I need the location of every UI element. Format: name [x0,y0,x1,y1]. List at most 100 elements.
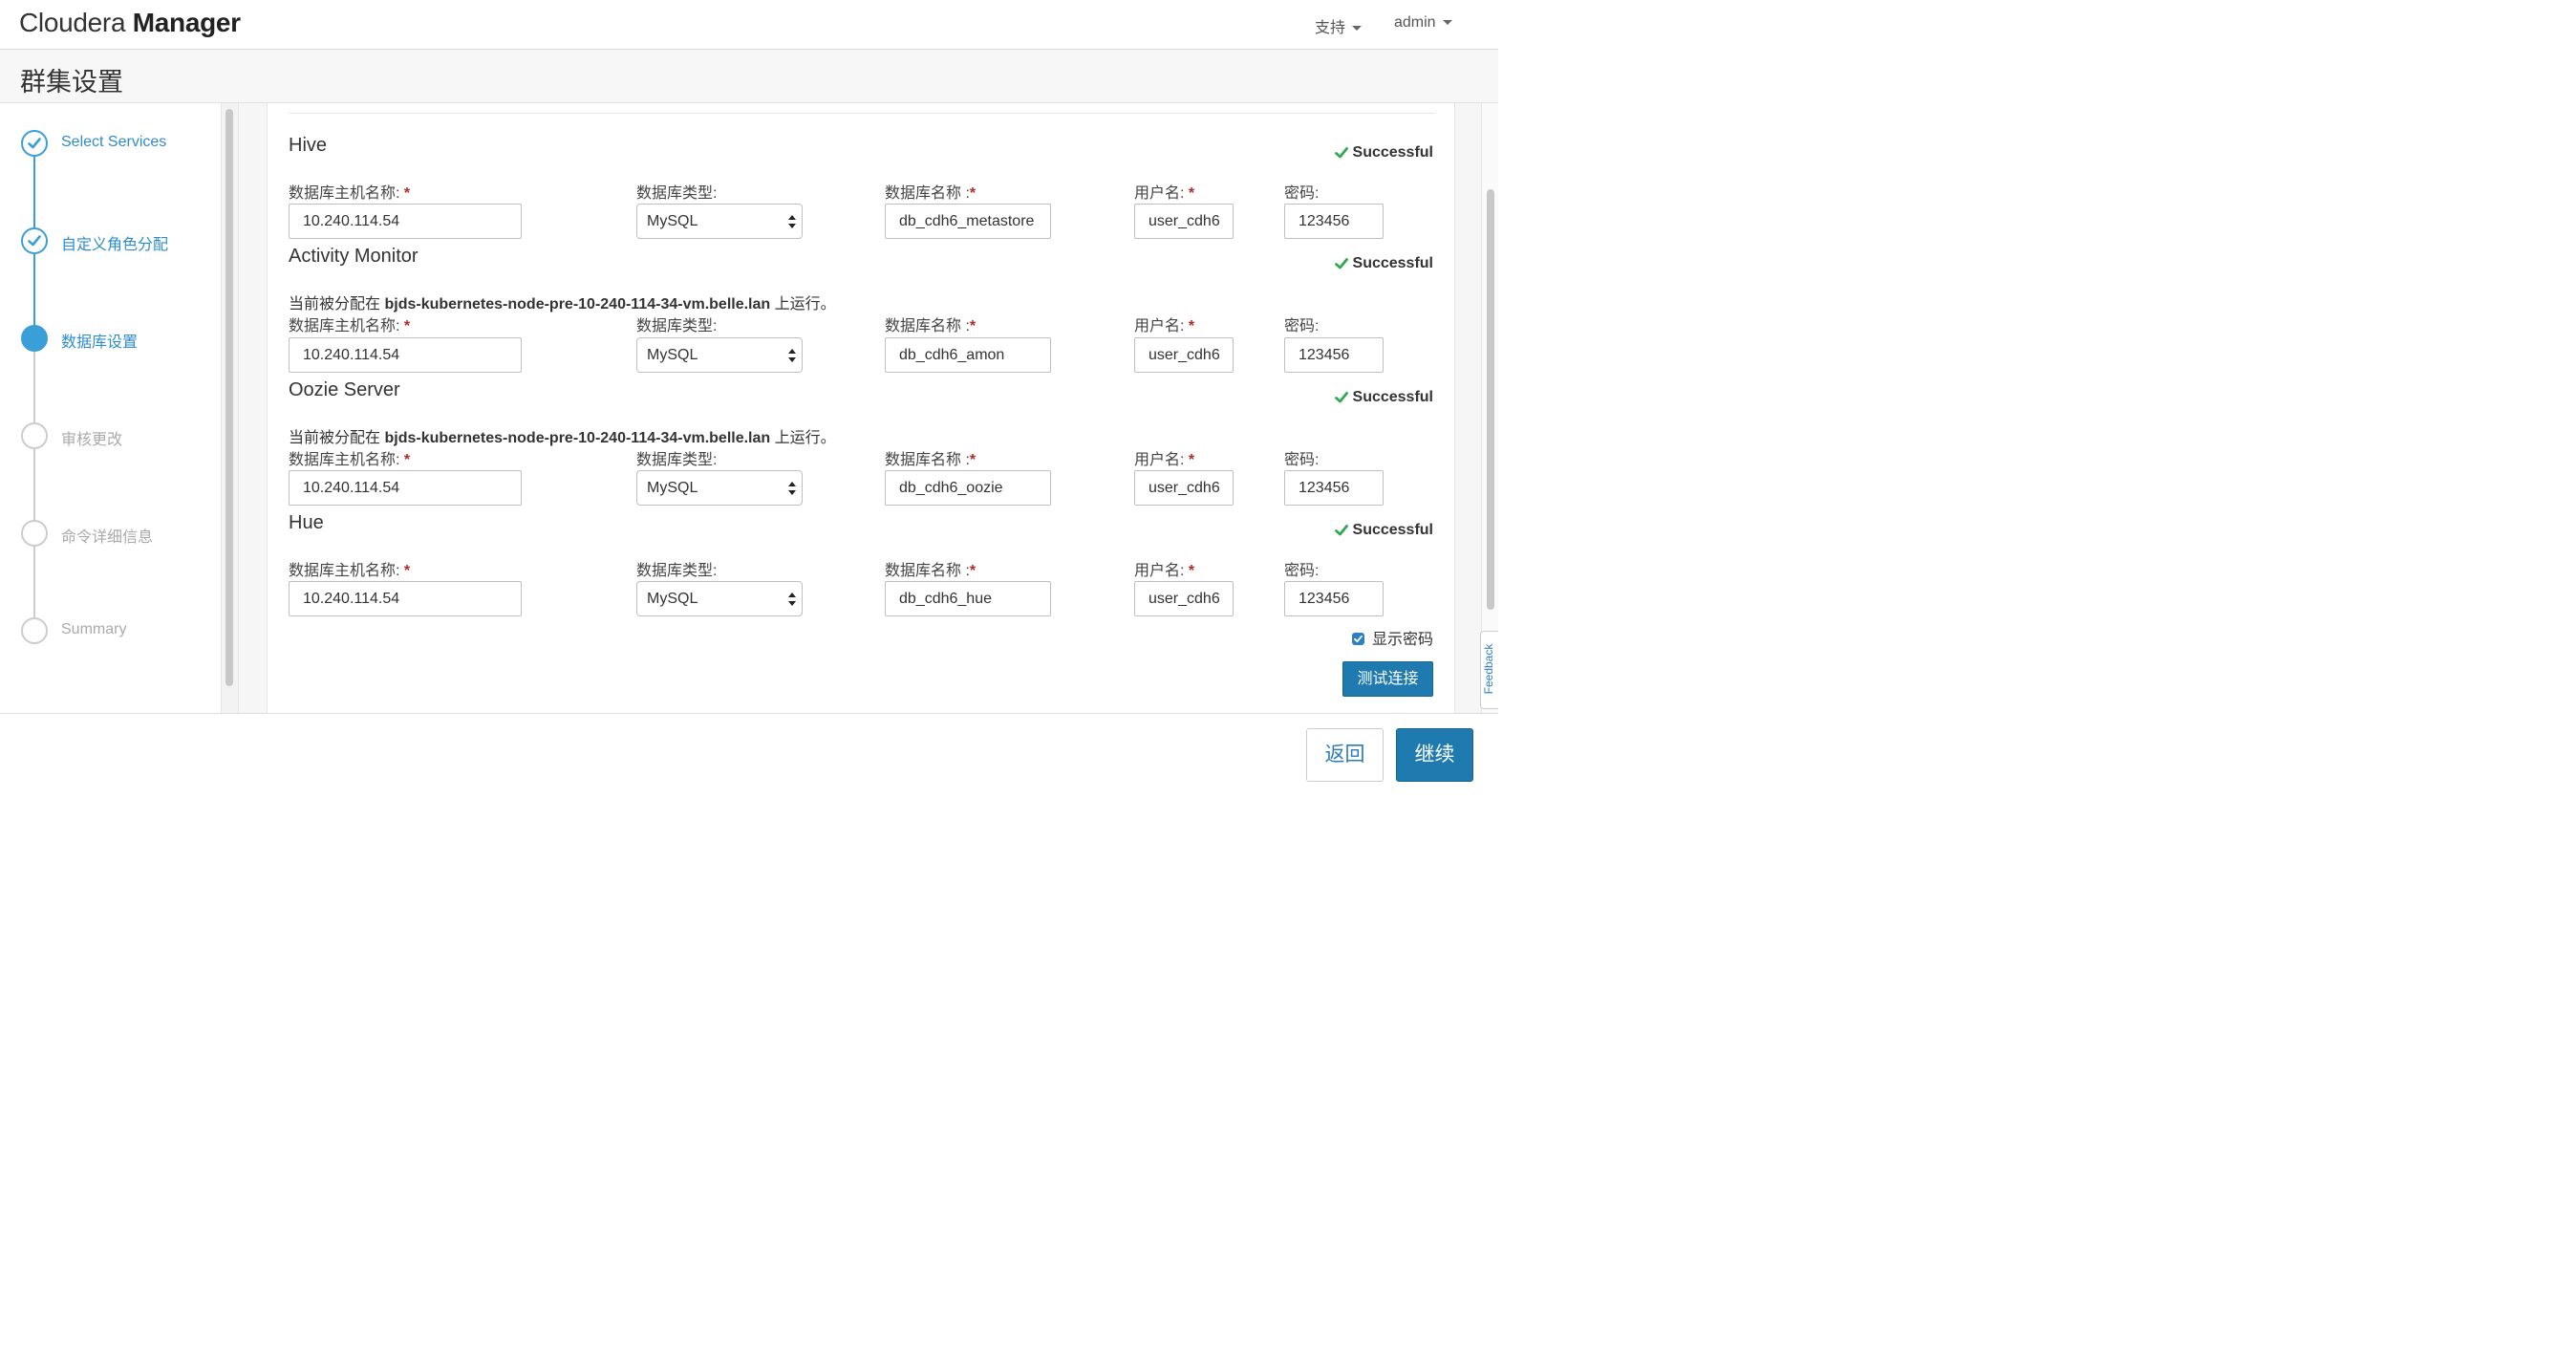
required-mark: * [1188,452,1195,468]
amon-username-input[interactable]: user_cdh6 [1134,337,1234,373]
required-mark: * [1188,185,1195,202]
amon-db-type-select[interactable]: MySQL [636,337,803,373]
select-arrows-icon [788,593,796,606]
status-text: Successful [1352,255,1433,271]
status-success: Successful [1334,389,1433,406]
select-value: MySQL [647,480,698,496]
scrollbar-thumb[interactable] [225,109,233,686]
label-text: 数据库类型: [636,185,718,202]
label-text: 数据库类型: [636,318,718,334]
oozie-db-type-select[interactable]: MySQL [636,470,803,506]
amon-db-name-input[interactable]: db_cdh6_amon [885,337,1051,373]
support-menu[interactable]: 支持 [1315,14,1363,37]
check-circle-icon [21,130,48,157]
required-mark: * [403,318,411,334]
status-text: Successful [1352,144,1433,161]
hue-db-type-select[interactable]: MySQL [636,581,803,616]
select-arrows-icon [788,482,796,495]
field-label-db-type: 数据库类型: [636,180,717,203]
brand-logo[interactable]: Cloudera Manager [19,8,241,38]
field-label-db-name: 数据库名称 :* [885,180,976,203]
hive-username-input[interactable]: user_cdh6 [1134,204,1234,239]
field-label-db-type: 数据库类型: [636,446,717,469]
support-menu-label: 支持 [1315,20,1346,36]
wizard-steps: Select Services 自定义角色分配 数据库设置 审核更改 命令详细信… [0,103,222,713]
oozie-host-input[interactable]: 10.240.114.54 [289,470,522,506]
sidebar-scrollbar[interactable] [222,103,239,713]
service-title-hue: Hue [289,512,324,533]
step-label: 自定义角色分配 [61,237,169,253]
hive-host-input[interactable]: 10.240.114.54 [289,204,522,239]
continue-button[interactable]: 继续 [1396,728,1473,782]
required-mark: * [1188,563,1195,579]
pending-step-circle-icon [21,422,48,449]
active-step-dot-icon [21,325,48,352]
hue-db-name-input[interactable]: db_cdh6_hue [885,581,1051,616]
label-text: 数据库类型: [636,563,718,579]
field-label-username: 用户名: * [1134,557,1194,580]
required-mark: * [969,452,977,468]
select-value: MySQL [647,213,698,229]
note-suffix: 上运行。 [774,296,836,313]
label-text: 数据库主机名称: [289,185,400,202]
hue-host-input[interactable]: 10.240.114.54 [289,581,522,616]
show-password-toggle[interactable]: 显示密码 [1351,626,1433,649]
required-mark: * [969,185,977,202]
hive-db-name-input[interactable]: db_cdh6_metastore [885,204,1051,239]
assigned-host: bjds-kubernetes-node-pre-10-240-114-34-v… [384,430,771,446]
main-scrollbar[interactable] [1481,103,1498,713]
database-setup-card: Hive Successful 数据库主机名称: * 数据库类型: 数据库名称 … [267,103,1455,713]
field-label-host: 数据库主机名称: * [289,446,410,469]
required-mark: * [969,318,977,334]
amon-password-input[interactable]: 123456 [1284,337,1384,373]
note-prefix: 当前被分配在 [289,430,381,446]
field-label-password: 密码: [1284,557,1319,580]
assigned-host-note: 当前被分配在 bjds-kubernetes-node-pre-10-240-1… [289,291,836,313]
pending-step-circle-icon [21,617,48,644]
hive-db-type-select[interactable]: MySQL [636,204,803,239]
feedback-label: Feedback [1482,643,1495,695]
hive-password-input[interactable]: 123456 [1284,204,1384,239]
amon-host-input[interactable]: 10.240.114.54 [289,337,522,373]
user-menu[interactable]: admin [1394,14,1452,32]
hue-password-input[interactable]: 123456 [1284,581,1384,616]
select-value: MySQL [647,347,698,363]
top-navbar: Cloudera Manager 支持 admin [0,0,1498,50]
note-suffix: 上运行。 [774,430,836,446]
step-label: 数据库设置 [61,334,139,351]
field-label-host: 数据库主机名称: * [289,557,410,580]
field-label-password: 密码: [1284,180,1319,203]
label-text: 数据库名称 : [885,185,970,202]
field-label-password: 密码: [1284,313,1319,335]
required-mark: * [403,185,411,202]
page-title: 群集设置 [20,68,123,97]
status-text: Successful [1352,389,1433,405]
select-arrows-icon [788,349,796,362]
feedback-tab[interactable]: Feedback [1480,631,1498,709]
label-text: 数据库主机名称: [289,318,400,334]
oozie-username-input[interactable]: user_cdh6 [1134,470,1234,506]
select-arrows-icon [788,215,796,228]
step-connector [33,547,35,627]
assigned-host-note: 当前被分配在 bjds-kubernetes-node-pre-10-240-1… [289,424,836,447]
field-label-host: 数据库主机名称: * [289,313,410,335]
test-connection-button[interactable]: 测试连接 [1342,661,1433,697]
step-connector [33,449,35,529]
field-label-username: 用户名: * [1134,313,1194,335]
status-success: Successful [1334,522,1433,539]
hue-username-input[interactable]: user_cdh6 [1134,581,1234,616]
step-connector [33,352,35,432]
main-content: Hive Successful 数据库主机名称: * 数据库类型: 数据库名称 … [239,103,1481,713]
field-label-username: 用户名: * [1134,180,1194,203]
back-button[interactable]: 返回 [1306,728,1384,782]
wizard-footer: 返回 继续 [0,713,1498,790]
checkbox-checked-icon[interactable] [1351,633,1364,645]
status-text: Successful [1352,522,1433,538]
label-text: 数据库类型: [636,452,718,468]
oozie-db-name-input[interactable]: db_cdh6_oozie [885,470,1051,506]
scrollbar-thumb[interactable] [1487,189,1494,610]
label-text: 用户名: [1134,563,1185,579]
service-title-activity-monitor: Activity Monitor [289,246,419,267]
label-text: 用户名: [1134,185,1185,202]
oozie-password-input[interactable]: 123456 [1284,470,1384,506]
